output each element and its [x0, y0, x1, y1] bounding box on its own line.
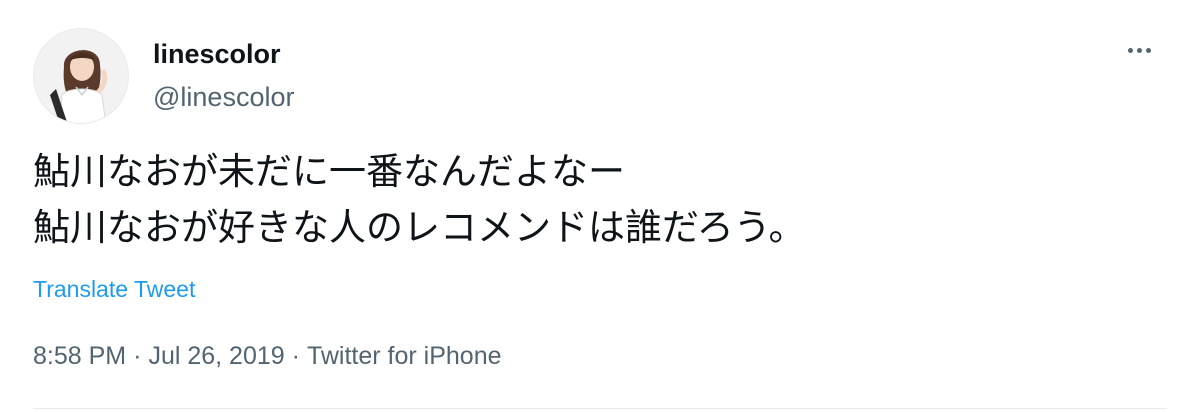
tweet-time[interactable]: 8:58 PM — [33, 342, 126, 370]
author-display-name[interactable]: linescolor — [153, 38, 294, 70]
more-horizontal-icon-dot — [1137, 48, 1142, 53]
divider — [33, 408, 1167, 409]
meta-separator: · — [133, 342, 142, 370]
tweet-text-line: 鮎川なおが未だに一番なんだよなー — [33, 150, 625, 193]
tweet-text-line: 鮎川なおが好きな人のレコメンドは誰だろう。 — [33, 206, 806, 249]
author-handle[interactable]: @linescolor — [153, 81, 294, 113]
tweet-header: linescolor @linescolor — [33, 28, 1170, 124]
author-names: linescolor @linescolor — [153, 38, 294, 113]
more-options-button[interactable] — [1122, 40, 1158, 60]
user-photo-icon — [34, 29, 128, 123]
more-horizontal-icon-dot — [1146, 48, 1151, 53]
translate-tweet-link[interactable]: Translate Tweet — [33, 275, 195, 303]
tweet-text: 鮎川なおが未だに一番なんだよなー 鮎川なおが好きな人のレコメンドは誰だろう。 — [33, 144, 806, 256]
more-horizontal-icon — [1128, 48, 1133, 53]
tweet-metadata: 8:58 PM · Jul 26, 2019 · Twitter for iPhone — [33, 340, 502, 372]
meta-separator: · — [291, 342, 300, 370]
avatar[interactable] — [33, 28, 129, 124]
tweet-source[interactable]: Twitter for iPhone — [307, 342, 502, 370]
tweet-card: linescolor @linescolor 鮎川なおが未だに一番なんだよなー … — [0, 0, 1200, 412]
tweet-date[interactable]: Jul 26, 2019 — [148, 342, 284, 370]
